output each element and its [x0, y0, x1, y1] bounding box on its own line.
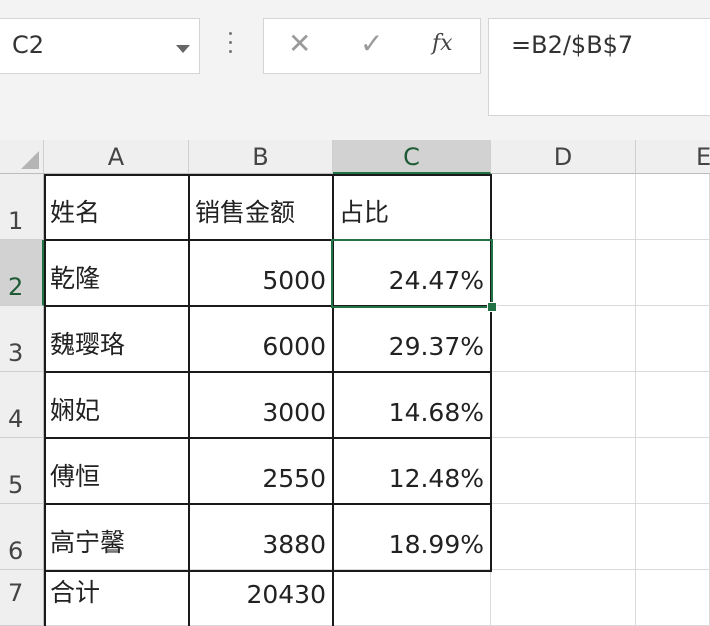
cell-a3[interactable]: 魏璎珞 — [44, 306, 189, 372]
cell-c5[interactable]: 12.48% — [333, 438, 491, 504]
column-header-a[interactable]: A — [44, 140, 189, 174]
cell-b2[interactable]: 5000 — [189, 240, 333, 306]
cell-a7[interactable]: 合计 — [44, 570, 189, 626]
select-all-button[interactable] — [0, 140, 44, 174]
cell-d7[interactable] — [491, 570, 636, 626]
cell-b4[interactable]: 3000 — [189, 372, 333, 438]
row-header-4[interactable]: 4 — [0, 372, 44, 438]
cell-c3[interactable]: 29.37% — [333, 306, 491, 372]
chevron-down-icon[interactable] — [176, 45, 190, 53]
cell-e5[interactable] — [636, 438, 710, 504]
check-icon[interactable]: ✓ — [360, 27, 383, 60]
row-header-6[interactable]: 6 — [0, 504, 44, 570]
row-header-7[interactable]: 7 — [0, 570, 44, 626]
cell-b7[interactable]: 20430 — [189, 570, 333, 626]
row-header-1[interactable]: 1 — [0, 174, 44, 240]
cell-b1[interactable]: 销售金额 — [189, 174, 333, 240]
cell-e6[interactable] — [636, 504, 710, 570]
cell-c2[interactable]: 24.47% — [333, 240, 491, 306]
formula-input[interactable]: =B2/$B$7 — [488, 18, 710, 116]
formula-buttons: ✕ ✓ fx — [263, 18, 481, 74]
column-header-d[interactable]: D — [491, 140, 636, 174]
name-box[interactable]: C2 — [0, 18, 200, 74]
cell-c7[interactable] — [333, 570, 491, 626]
cell-d5[interactable] — [491, 438, 636, 504]
cell-a6[interactable]: 高宁馨 — [44, 504, 189, 570]
row-header-2[interactable]: 2 — [0, 240, 44, 306]
formula-text: =B2/$B$7 — [511, 31, 634, 59]
cell-d1[interactable] — [491, 174, 636, 240]
cell-a2[interactable]: 乾隆 — [44, 240, 189, 306]
cell-d6[interactable] — [491, 504, 636, 570]
cancel-icon[interactable]: ✕ — [288, 27, 311, 60]
cell-e4[interactable] — [636, 372, 710, 438]
row-header-3[interactable]: 3 — [0, 306, 44, 372]
fill-handle[interactable] — [487, 302, 497, 312]
cell-d2[interactable] — [491, 240, 636, 306]
cell-b3[interactable]: 6000 — [189, 306, 333, 372]
formula-toolbar: C2 ✕ ✓ fx =B2/$B$7 — [0, 0, 710, 140]
cell-e3[interactable] — [636, 306, 710, 372]
more-vertical-icon[interactable] — [229, 32, 233, 56]
cell-c1[interactable]: 占比 — [333, 174, 491, 240]
cell-a4[interactable]: 娴妃 — [44, 372, 189, 438]
insert-function-icon[interactable]: fx — [432, 31, 453, 56]
row-header-5[interactable]: 5 — [0, 438, 44, 504]
column-header-c[interactable]: C — [333, 140, 491, 174]
cell-b6[interactable]: 3880 — [189, 504, 333, 570]
cell-d4[interactable] — [491, 372, 636, 438]
select-all-icon — [21, 151, 39, 169]
cell-e7[interactable] — [636, 570, 710, 626]
column-header-e[interactable]: E — [636, 140, 710, 174]
cell-a5[interactable]: 傅恒 — [44, 438, 189, 504]
cell-d3[interactable] — [491, 306, 636, 372]
cell-c4[interactable]: 14.68% — [333, 372, 491, 438]
name-box-value: C2 — [12, 31, 45, 59]
cell-a1[interactable]: 姓名 — [44, 174, 189, 240]
cell-b5[interactable]: 2550 — [189, 438, 333, 504]
cell-e2[interactable] — [636, 240, 710, 306]
cell-c6[interactable]: 18.99% — [333, 504, 491, 570]
column-header-b[interactable]: B — [189, 140, 333, 174]
cell-e1[interactable] — [636, 174, 710, 240]
